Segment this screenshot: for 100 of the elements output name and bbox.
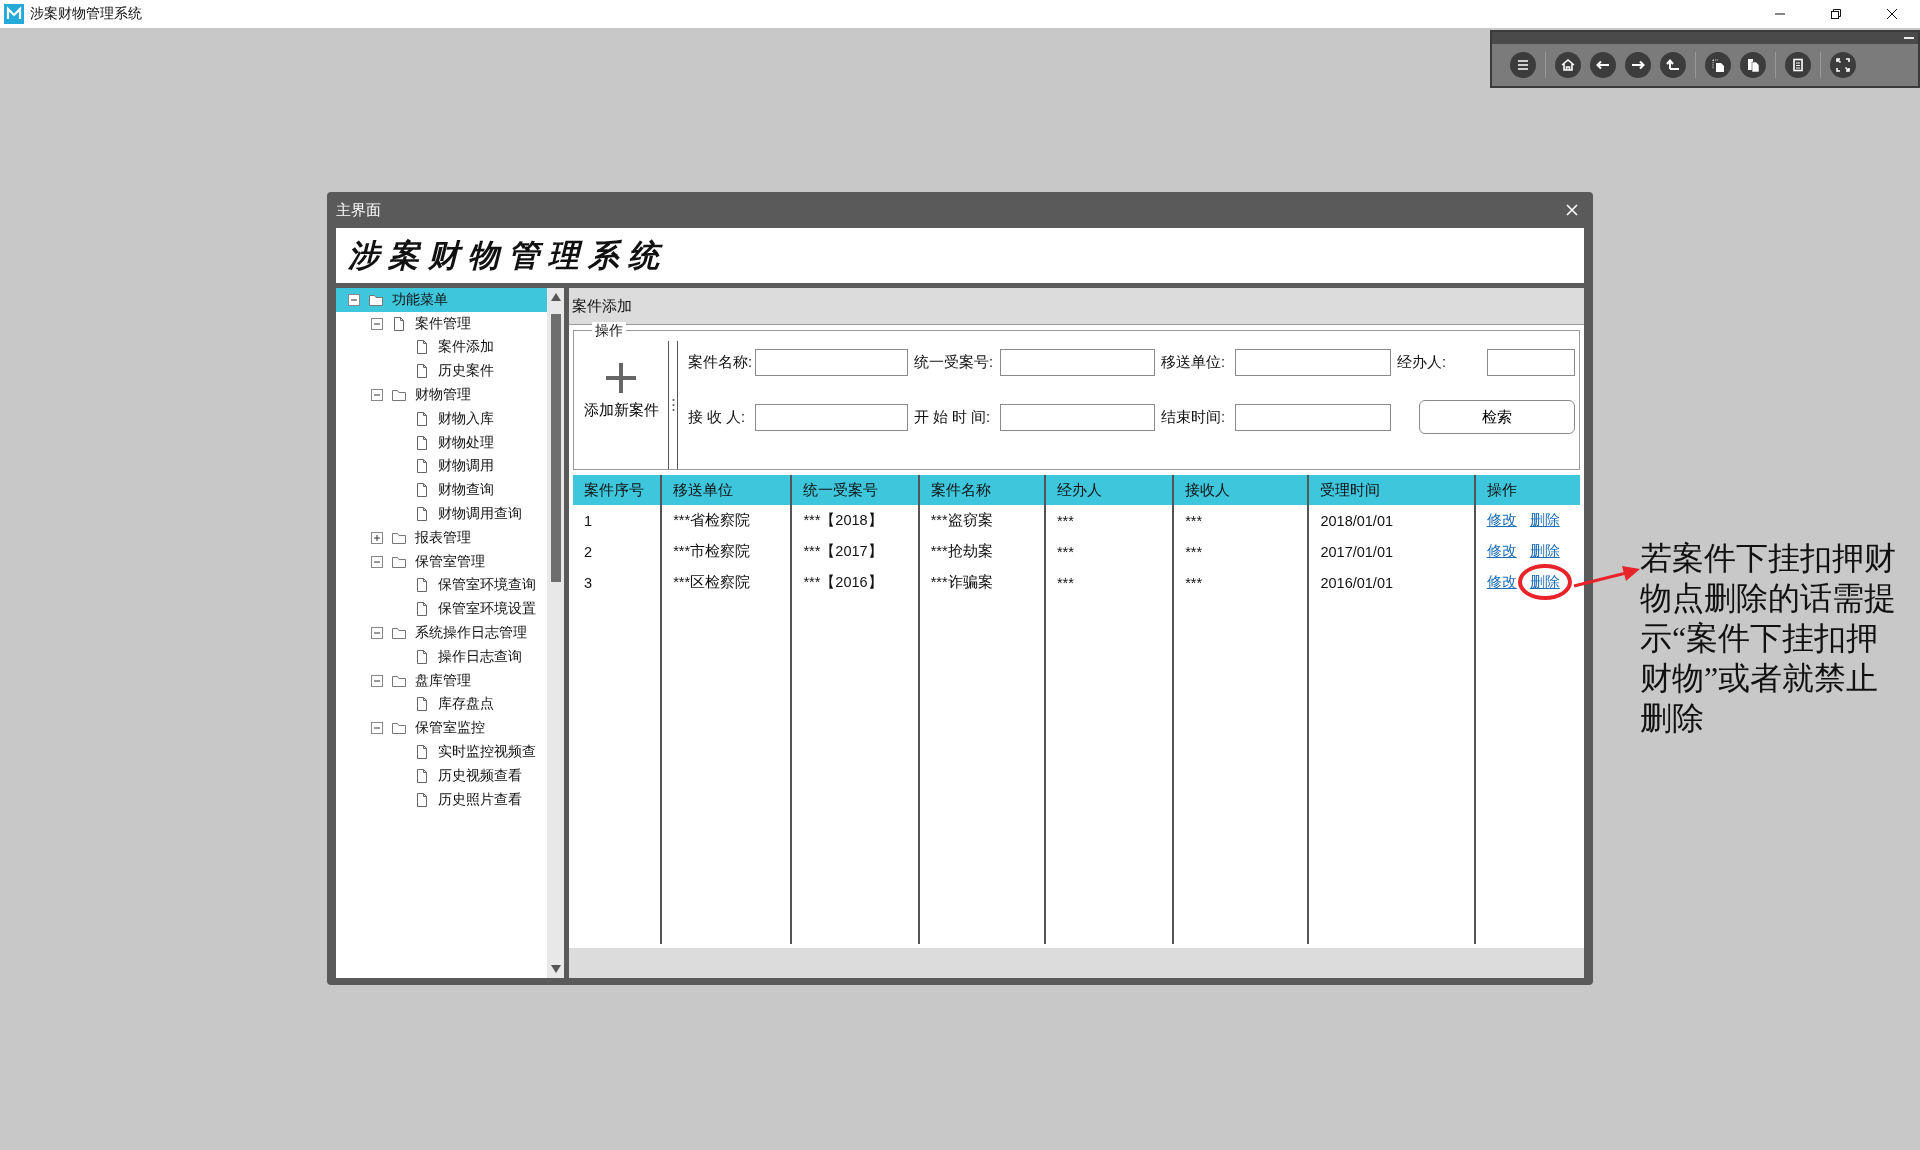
- scroll-up-icon[interactable]: [549, 291, 562, 303]
- scrollbar-thumb[interactable]: [550, 314, 561, 582]
- column-header[interactable]: 案件名称: [918, 475, 1045, 505]
- tree-item[interactable]: 实时监控视频查: [336, 740, 547, 764]
- tree-item[interactable]: 保管室环境查询: [336, 573, 547, 598]
- tree-item[interactable]: 财物调用: [336, 454, 547, 479]
- table-cell: ***抢劫案: [918, 536, 1045, 567]
- action-link[interactable]: 删除: [1529, 542, 1560, 561]
- minus-box-icon[interactable]: [371, 389, 383, 402]
- tree-item[interactable]: 库存盘点: [336, 692, 547, 717]
- tree-item[interactable]: 财物查询: [336, 478, 547, 503]
- column-header[interactable]: 案件序号: [573, 475, 662, 505]
- folder-icon: [391, 625, 407, 642]
- tree-item[interactable]: 保管室监控: [336, 716, 547, 741]
- file-icon: [414, 434, 430, 451]
- column-header[interactable]: 受理时间: [1308, 475, 1475, 505]
- home-icon[interactable]: [1555, 52, 1581, 78]
- field-label: 结束时间:: [1160, 407, 1227, 427]
- column-header[interactable]: 统一受案号: [791, 475, 919, 505]
- minus-box-icon[interactable]: [371, 627, 383, 640]
- tree-item[interactable]: 保管室环境设置: [336, 597, 547, 622]
- grip-icon[interactable]: [671, 398, 675, 412]
- table-cell: ***: [1044, 505, 1174, 536]
- documents-icon[interactable]: [1740, 52, 1766, 78]
- menu-icon[interactable]: [1510, 52, 1536, 78]
- table-cell: 3: [573, 567, 662, 598]
- action-link[interactable]: 删除: [1529, 511, 1560, 530]
- add-case-button[interactable]: 添加新案件: [583, 361, 659, 420]
- tree-item[interactable]: 财物调用查询: [336, 502, 547, 526]
- tree-item[interactable]: 财物管理: [336, 383, 547, 407]
- app-logo-icon: [4, 4, 24, 24]
- file-icon: [414, 767, 430, 784]
- scrollbar[interactable]: [547, 288, 564, 978]
- table-cell: ***【2016】: [791, 567, 919, 598]
- tree-item[interactable]: 盘库管理: [336, 668, 547, 693]
- input-field[interactable]: [1000, 349, 1155, 376]
- tree-item[interactable]: 案件添加: [336, 335, 547, 360]
- file-icon: [391, 315, 407, 332]
- column-header[interactable]: 接收人: [1173, 475, 1309, 505]
- action-link[interactable]: 修改: [1486, 542, 1517, 561]
- table-cell: ***市检察院: [661, 536, 792, 567]
- column-header[interactable]: 移送单位: [661, 475, 792, 505]
- panel-title: 案件添加: [572, 296, 632, 316]
- plus-icon: [604, 361, 638, 395]
- minus-box-icon[interactable]: [371, 555, 383, 568]
- tree-item[interactable]: 财物入库: [336, 407, 547, 431]
- file-icon: [414, 482, 430, 499]
- action-link[interactable]: 修改: [1486, 511, 1517, 530]
- tree-item[interactable]: 历史照片查看: [336, 787, 547, 812]
- action-link[interactable]: 删除: [1529, 574, 1560, 590]
- tree-item[interactable]: 系统操作日志管理: [336, 621, 547, 645]
- tree-item[interactable]: 财物处理: [336, 430, 547, 455]
- plus-box-icon[interactable]: [371, 531, 383, 544]
- copy-icon[interactable]: [1705, 52, 1731, 78]
- column-header[interactable]: 经办人: [1044, 475, 1174, 505]
- arrow-left-icon[interactable]: [1590, 52, 1616, 78]
- table-cell: ***: [1173, 505, 1309, 536]
- restore-icon: [1830, 8, 1842, 20]
- tree-item[interactable]: 历史视频查看: [336, 763, 547, 788]
- input-field[interactable]: [755, 403, 908, 431]
- file-icon: [414, 506, 430, 523]
- minus-box-icon[interactable]: [371, 674, 383, 687]
- input-field[interactable]: [1000, 403, 1155, 431]
- fullscreen-icon[interactable]: [1830, 52, 1856, 78]
- input-field[interactable]: [1235, 403, 1391, 431]
- table-cell: 2017/01/01: [1308, 536, 1475, 567]
- search-button[interactable]: 检索: [1419, 400, 1575, 434]
- table-cell: ***: [1173, 536, 1309, 567]
- folder-icon: [391, 720, 407, 737]
- banner-title: 涉案财物管理系统: [348, 235, 668, 275]
- tree-item[interactable]: 操作日志查询: [336, 644, 547, 669]
- scroll-down-icon[interactable]: [549, 963, 562, 975]
- tree-item[interactable]: 功能菜单: [336, 288, 547, 312]
- table-cell: ***诈骗案: [918, 567, 1045, 598]
- action-link[interactable]: 修改: [1486, 573, 1517, 592]
- arrow-right-icon[interactable]: [1625, 52, 1651, 78]
- minus-box-icon[interactable]: [348, 293, 360, 306]
- minus-box-icon[interactable]: [371, 317, 383, 330]
- table-cell: 2018/01/01: [1308, 505, 1475, 536]
- column-header[interactable]: 操作: [1474, 475, 1580, 505]
- annotation-text: 若案件下挂扣押财物点删除的话需提示“案件下挂扣押财物”或者就禁止删除: [1640, 539, 1897, 738]
- document-icon[interactable]: [1785, 52, 1811, 78]
- minimize-icon[interactable]: [1904, 36, 1914, 40]
- close-icon: [1886, 8, 1898, 20]
- table-cell: 2: [573, 536, 662, 567]
- input-field[interactable]: [1235, 349, 1391, 376]
- app-title: 涉案财物管理系统: [30, 5, 142, 23]
- tree-item[interactable]: 案件管理: [336, 311, 547, 336]
- input-field[interactable]: [755, 349, 908, 376]
- tree-item[interactable]: 报表管理: [336, 525, 547, 550]
- file-icon: [414, 696, 430, 713]
- minus-box-icon[interactable]: [371, 722, 383, 735]
- table-cell: ***盗窃案: [918, 505, 1045, 536]
- close-icon[interactable]: [1566, 204, 1578, 216]
- tree-item[interactable]: 保管室管理: [336, 549, 547, 574]
- table-cell: 2016/01/01: [1308, 567, 1475, 598]
- table-cell: ***省检察院: [661, 505, 792, 536]
- tree-item[interactable]: 历史案件: [336, 359, 547, 384]
- table-cell: ***: [1044, 536, 1174, 567]
- input-field[interactable]: [1487, 349, 1575, 376]
